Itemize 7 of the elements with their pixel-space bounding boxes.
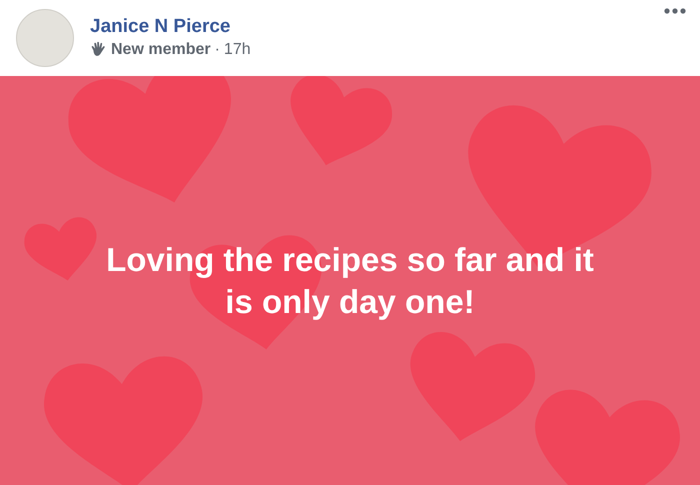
post-time[interactable]: 17h: [224, 40, 251, 60]
author-name[interactable]: Janice N Pierce: [90, 16, 230, 37]
separator-dot: ·: [214, 40, 220, 60]
more-options-icon[interactable]: [664, 8, 686, 14]
hand-icon: [90, 41, 107, 58]
member-label: New member: [111, 40, 211, 60]
post-text: Loving the recipes so far and it is only day one!: [105, 240, 595, 322]
